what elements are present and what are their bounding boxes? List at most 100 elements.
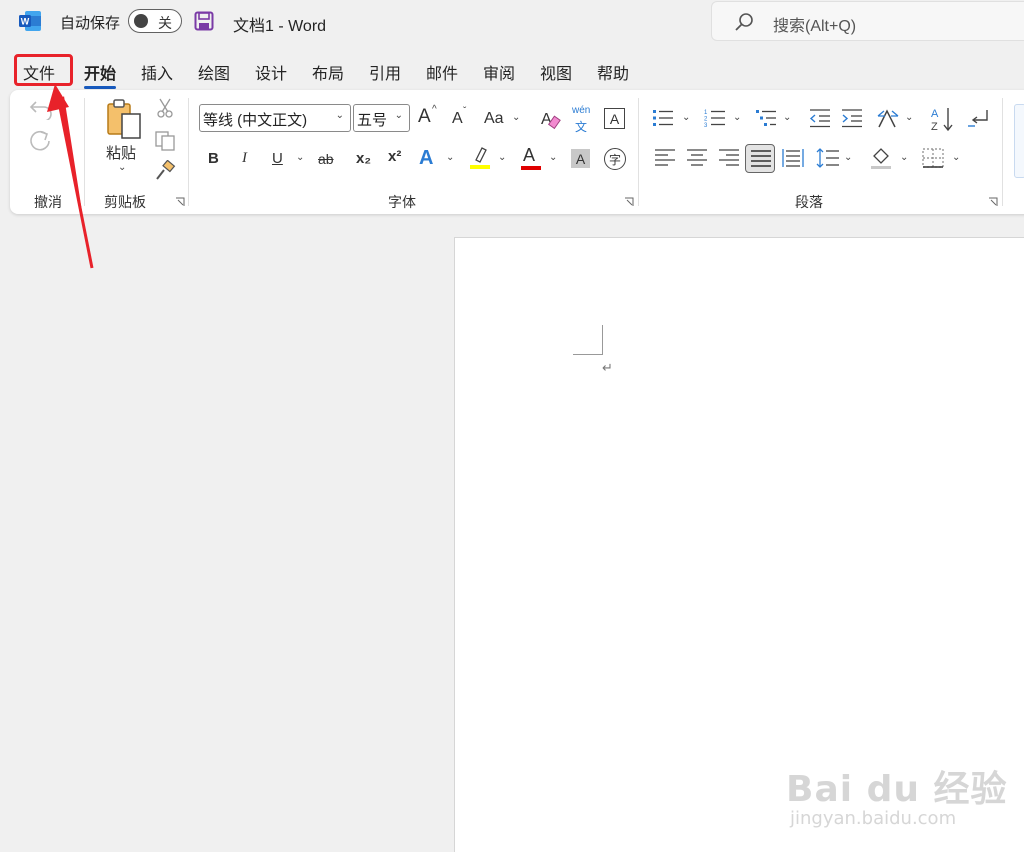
font-name-combo[interactable]: 等线 (中文正文) ⌄: [199, 104, 351, 132]
tab-layout[interactable]: 布局: [312, 60, 344, 84]
tab-insert[interactable]: 插入: [141, 60, 173, 84]
watermark-logo: Bai du 经验: [786, 769, 1008, 810]
save-icon[interactable]: [194, 11, 214, 31]
clear-formatting-icon[interactable]: A: [540, 108, 562, 130]
separator: [638, 98, 639, 206]
italic-button[interactable]: I: [242, 150, 247, 167]
toggle-knob: [134, 14, 148, 28]
increase-indent-icon[interactable]: [841, 108, 863, 128]
chevron-down-icon[interactable]: ⌄: [682, 112, 690, 123]
font-color-swatch: [521, 166, 541, 170]
borders-icon[interactable]: [922, 148, 944, 168]
tab-design[interactable]: 设计: [255, 60, 287, 84]
cut-icon[interactable]: [156, 98, 174, 118]
font-size-combo[interactable]: 五号 ⌄: [353, 104, 410, 132]
ribbon-tabs: 文件 开始 插入 绘图 设计 布局 引用 邮件 审阅 视图 帮助: [0, 52, 1024, 89]
shrink-font-button[interactable]: A: [452, 110, 463, 128]
tab-help[interactable]: 帮助: [597, 60, 629, 84]
separator: [84, 98, 85, 206]
bullets-icon[interactable]: [652, 108, 674, 128]
superscript-button[interactable]: x²: [388, 148, 401, 165]
clipboard-launcher-icon[interactable]: [175, 197, 185, 207]
paste-icon[interactable]: [104, 98, 144, 140]
align-center-icon[interactable]: [686, 148, 708, 168]
tab-mailings[interactable]: 邮件: [426, 60, 458, 84]
enclose-chars-button[interactable]: 字: [604, 148, 626, 170]
chevron-down-icon[interactable]: ⌄: [446, 152, 454, 163]
text-effects-button[interactable]: A: [419, 147, 433, 170]
chevron-down-icon: ⌄: [394, 110, 403, 121]
tab-home[interactable]: 开始: [84, 60, 117, 89]
chevron-down-icon[interactable]: ⌄: [900, 152, 908, 163]
chevron-down-icon[interactable]: ⌄: [512, 112, 520, 123]
underline-button[interactable]: U: [272, 150, 283, 167]
autosave-toggle[interactable]: 关: [128, 9, 182, 33]
title-bar: W 自动保存 关 文档1 - Word 搜索(Alt+Q): [0, 0, 1024, 44]
align-right-icon[interactable]: [718, 148, 740, 168]
margin-corner-mark: [602, 325, 603, 355]
margin-corner-mark: [573, 354, 603, 355]
search-icon: [735, 13, 753, 31]
paragraph-mark: ↵: [602, 360, 613, 375]
svg-text:2: 2: [704, 117, 708, 123]
distributed-icon[interactable]: [782, 148, 804, 168]
phonetic-guide-top[interactable]: wén: [572, 105, 590, 116]
tab-review[interactable]: 审阅: [483, 60, 515, 84]
strikethrough-button[interactable]: ab: [318, 151, 334, 167]
tab-references[interactable]: 引用: [369, 60, 401, 84]
char-shading-button[interactable]: A: [571, 149, 590, 168]
shrink-font-icon: ˇ: [463, 106, 467, 117]
undo-dropdown-icon[interactable]: ⌄: [58, 100, 66, 111]
format-painter-icon[interactable]: [154, 160, 176, 182]
sort-icon[interactable]: A Z: [930, 106, 954, 132]
tab-view[interactable]: 视图: [540, 60, 572, 84]
multilevel-list-icon[interactable]: [755, 108, 777, 128]
chevron-down-icon[interactable]: ⌄: [844, 152, 852, 163]
font-launcher-icon[interactable]: [624, 197, 634, 207]
autosave-label: 自动保存: [60, 15, 121, 32]
chevron-down-icon[interactable]: ⌄: [549, 152, 557, 163]
asian-layout-icon[interactable]: [876, 108, 900, 130]
chevron-down-icon[interactable]: ⌄: [905, 112, 913, 123]
chevron-down-icon[interactable]: ⌄: [952, 152, 960, 163]
autosave-state: 关: [158, 15, 172, 31]
decrease-indent-icon[interactable]: [809, 108, 831, 128]
font-group-label: 字体: [388, 194, 416, 210]
justify-icon: [751, 150, 771, 167]
paste-label[interactable]: 粘贴: [106, 142, 136, 163]
phonetic-guide-bottom: 文: [575, 120, 588, 134]
numbering-icon[interactable]: 1 2 3: [704, 108, 726, 128]
chevron-down-icon[interactable]: ⌄: [296, 152, 304, 163]
redo-icon[interactable]: [28, 128, 54, 154]
paste-dropdown-icon[interactable]: ⌄: [118, 162, 126, 173]
word-logo-icon[interactable]: W: [19, 11, 41, 31]
chevron-down-icon[interactable]: ⌄: [498, 152, 506, 163]
char-border-button[interactable]: A: [604, 108, 625, 129]
show-formatting-marks-icon[interactable]: [966, 108, 990, 130]
undo-icon[interactable]: [28, 96, 56, 120]
chevron-down-icon[interactable]: ⌄: [783, 112, 791, 123]
font-color-button[interactable]: A: [523, 145, 535, 166]
line-spacing-icon[interactable]: [816, 147, 840, 169]
copy-icon[interactable]: [154, 130, 176, 152]
justify-button[interactable]: [745, 144, 775, 173]
grow-font-icon: ^: [432, 104, 437, 115]
file-tab-highlight-box: [14, 54, 73, 86]
subscript-button[interactable]: x₂: [356, 150, 371, 167]
styles-gallery[interactable]: [1014, 104, 1024, 178]
bold-button[interactable]: B: [208, 150, 219, 167]
separator: [188, 98, 189, 206]
search-box[interactable]: 搜索(Alt+Q): [711, 1, 1024, 41]
paragraph-launcher-icon[interactable]: [988, 197, 998, 207]
ribbon-panel: ⌄ 撤消 粘贴 ⌄ 剪贴板 等线 (中文正文) ⌄ 五号 ⌄ A ^ A ˇ A…: [10, 90, 1024, 214]
grow-font-button[interactable]: A: [418, 106, 431, 128]
undo-group-label: 撤消: [34, 194, 62, 210]
highlighter-icon[interactable]: [470, 146, 490, 170]
align-left-icon[interactable]: [654, 148, 676, 168]
paragraph-group-label: 段落: [795, 194, 823, 210]
change-case-button[interactable]: Aa: [484, 110, 504, 128]
tab-draw[interactable]: 绘图: [198, 60, 230, 84]
paragraph-shading-icon[interactable]: [870, 146, 892, 170]
clipboard-group-label: 剪贴板: [104, 194, 146, 210]
chevron-down-icon[interactable]: ⌄: [733, 112, 741, 123]
